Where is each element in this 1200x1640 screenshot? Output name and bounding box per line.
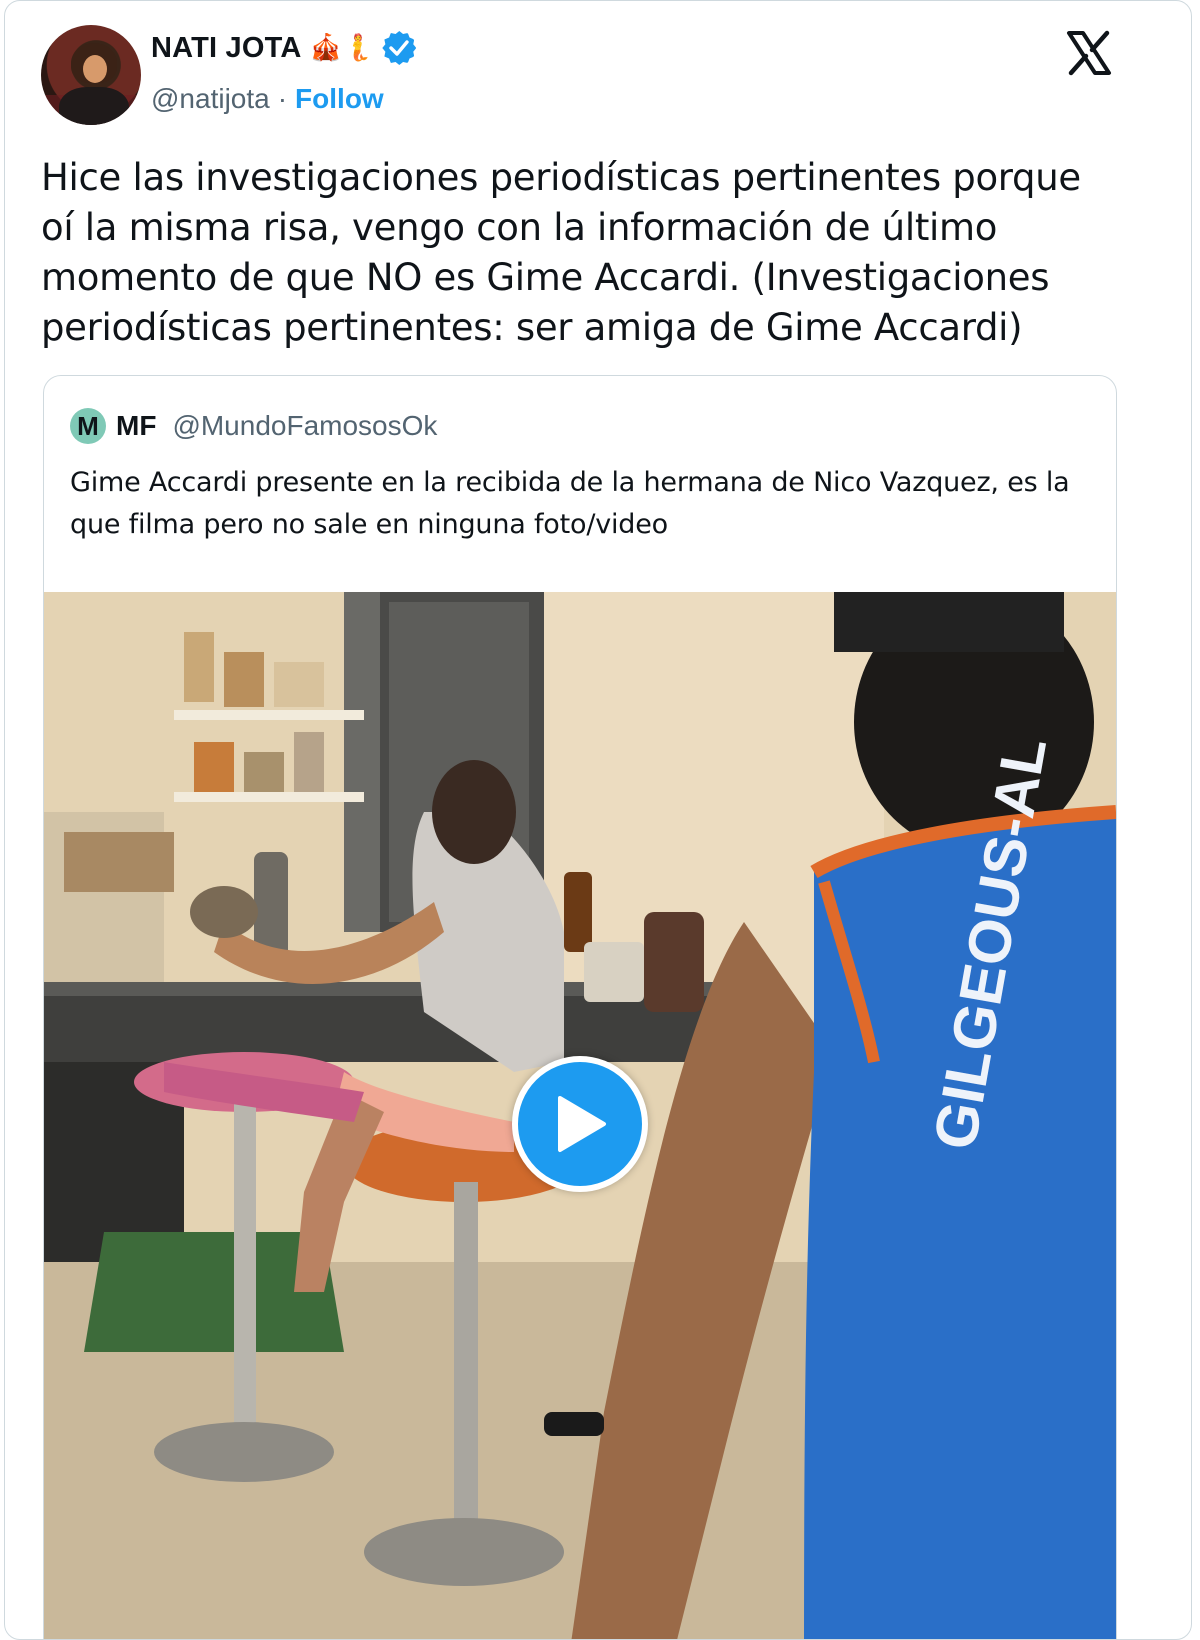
play-button[interactable] <box>512 1056 648 1192</box>
author-name-row: NATI JOTA 🎪🧜 <box>151 31 417 65</box>
quoted-text: Gime Accardi presente en la recibida de … <box>70 467 1070 540</box>
tweet-card: NATI JOTA 🎪🧜 @natijota · Follow Hice las… <box>4 0 1192 1640</box>
author-avatar[interactable] <box>41 25 141 125</box>
quoted-avatar[interactable]: M <box>70 408 106 444</box>
author-handle[interactable]: @natijota <box>151 83 270 115</box>
author-name[interactable]: NATI JOTA <box>151 32 302 65</box>
quoted-handle[interactable]: @MundoFamososOk <box>172 410 437 442</box>
follow-button[interactable]: Follow <box>295 83 384 115</box>
quoted-tweet[interactable]: M MF @MundoFamososOk Gime Accardi presen… <box>43 375 1117 1639</box>
verified-badge-icon <box>382 31 417 65</box>
tweet-text: Hice las investigaciones periodísticas p… <box>41 156 1081 349</box>
author-emojis: 🎪🧜 <box>309 33 375 63</box>
play-icon <box>558 1096 606 1152</box>
quoted-name[interactable]: MF <box>116 410 156 442</box>
video-thumbnail[interactable]: GILGEOUS-AL <box>44 592 1116 1639</box>
quoted-header: M MF @MundoFamososOk <box>70 408 437 444</box>
x-logo-icon[interactable] <box>1065 29 1113 77</box>
separator-dot: · <box>277 83 288 114</box>
author-handle-row: @natijota · Follow <box>151 83 384 115</box>
